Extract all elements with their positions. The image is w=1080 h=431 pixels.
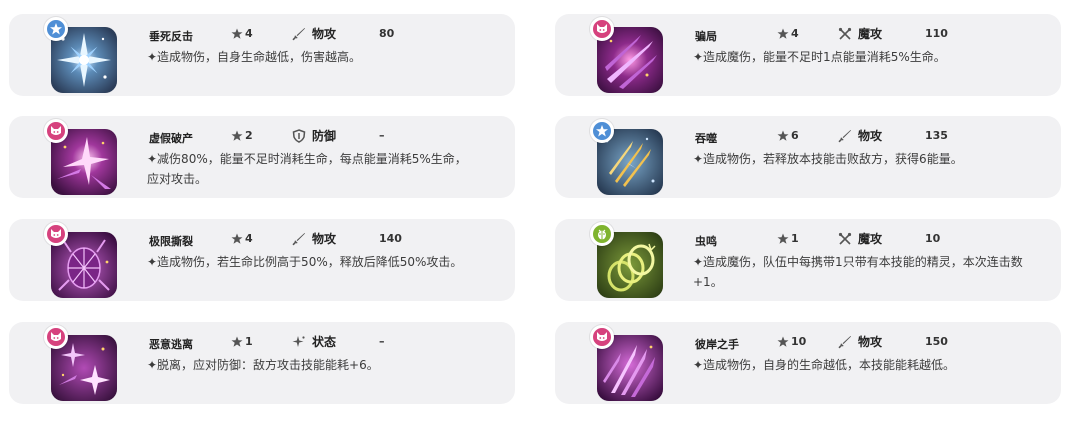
skill-type-label: 物攻: [858, 129, 883, 143]
skill-name: 极限撕裂: [149, 235, 193, 248]
skill-name: 虫鸣: [695, 235, 717, 248]
skill-description: ✦脱离，应对防御：敌方攻击技能能耗+6。: [147, 358, 379, 372]
energy-cost-value: 1: [245, 335, 253, 348]
skill-icon-frame: [590, 222, 663, 298]
energy-cost-value: 4: [245, 27, 253, 40]
skill-card[interactable]: 虫鸣 1 魔攻 10 ✦造成魔伤，队伍中每携带1只带有本技能的精灵，本次连击数+…: [555, 219, 1061, 301]
star-cost-icon: [231, 130, 243, 141]
skill-card[interactable]: 垂死反击 4 物攻 80 ✦造成物伤，自身生命越低，伤害越高。: [9, 14, 515, 96]
skill-icon-frame: [44, 325, 117, 401]
sword-icon: [292, 27, 305, 40]
skill-icon-frame: [590, 119, 663, 195]
skill-power: –: [379, 129, 385, 142]
skill-type: 物攻: [292, 230, 336, 247]
star-cost-icon: [777, 130, 789, 141]
skill-type-label: 物攻: [312, 232, 337, 246]
bug-badge-icon: [590, 222, 614, 246]
sword-icon: [838, 129, 851, 142]
star-cost-icon: [231, 28, 243, 39]
skill-power: 140: [379, 232, 402, 245]
star-badge-icon: [590, 119, 614, 143]
skill-description: ✦造成物伤，若释放本技能击败敌方，获得6能量。: [693, 152, 963, 166]
sword-icon: [292, 232, 305, 245]
energy-cost: 1: [231, 335, 253, 348]
skill-type: 魔攻: [838, 25, 882, 42]
skill-type: 状态: [292, 333, 336, 350]
skill-card[interactable]: 彼岸之手 10 物攻 150 ✦造成物伤，自身的生命越低，本技能能耗越低。: [555, 322, 1061, 404]
sword-icon: [838, 335, 851, 348]
crossed-wands-icon: [838, 27, 852, 40]
energy-cost: 4: [231, 232, 253, 245]
skill-type-label: 物攻: [312, 27, 337, 41]
skill-description: ✦造成物伤，若生命比例高于50%，释放后降低50%攻击。: [147, 255, 463, 269]
skill-name: 吞噬: [695, 132, 717, 145]
skill-icon-frame: [590, 17, 663, 93]
skill-type: 魔攻: [838, 230, 882, 247]
skill-type: 物攻: [838, 333, 882, 350]
skill-icon-frame: [44, 17, 117, 93]
star-cost-icon: [777, 28, 789, 39]
skill-icon-frame: [44, 222, 117, 298]
skill-card[interactable]: 骗局 4 魔攻 110 ✦造成魔伤，能量不足时1点能量消耗5%生命。: [555, 14, 1061, 96]
skill-name: 恶意逃离: [149, 338, 193, 351]
skill-power: 135: [925, 129, 948, 142]
skill-description: ✦造成魔伤，能量不足时1点能量消耗5%生命。: [693, 50, 946, 64]
energy-cost: 4: [777, 27, 799, 40]
skill-icon-frame: [590, 325, 663, 401]
skill-type: 防御: [292, 127, 336, 144]
skill-name: 彼岸之手: [695, 338, 739, 351]
skill-description: ✦造成物伤，自身的生命越低，本技能能耗越低。: [693, 358, 956, 372]
skill-description: ✦造成魔伤，队伍中每携带1只带有本技能的精灵，本次连击数+1。: [693, 255, 1023, 289]
energy-cost: 10: [777, 335, 806, 348]
skill-icon-frame: [44, 119, 117, 195]
energy-cost: 6: [777, 129, 799, 142]
cat-badge-icon: [590, 325, 614, 349]
cat-badge-icon: [44, 119, 68, 143]
skill-card[interactable]: 极限撕裂 4 物攻 140 ✦造成物伤，若生命比例高于50%，释放后降低50%攻…: [9, 219, 515, 301]
skill-type-label: 物攻: [858, 335, 883, 349]
energy-cost-value: 6: [791, 129, 799, 142]
cat-badge-icon: [44, 222, 68, 246]
energy-cost-value: 2: [245, 129, 253, 142]
skill-card[interactable]: 虚假破产 2 防御 – ✦减伤80%，能量不足时消耗生命，每点能量消耗5%生命，…: [9, 116, 515, 198]
shield-icon: [292, 128, 306, 143]
energy-cost: 2: [231, 129, 253, 142]
skill-type-label: 防御: [312, 129, 337, 143]
energy-cost: 1: [777, 232, 799, 245]
star-badge-icon: [44, 17, 68, 41]
skill-name: 虚假破产: [149, 132, 193, 145]
skill-type: 物攻: [838, 127, 882, 144]
skill-name: 垂死反击: [149, 30, 193, 43]
sparkle-icon: [292, 335, 305, 347]
star-cost-icon: [777, 233, 789, 244]
skill-power: 110: [925, 27, 948, 40]
skill-type-label: 魔攻: [858, 232, 883, 246]
energy-cost-value: 1: [791, 232, 799, 245]
energy-cost-value: 10: [791, 335, 807, 348]
skill-power: 80: [379, 27, 395, 40]
cat-badge-icon: [590, 17, 614, 41]
skill-power: 10: [925, 232, 941, 245]
star-cost-icon: [231, 233, 243, 244]
star-cost-icon: [231, 336, 243, 347]
skill-description: ✦造成物伤，自身生命越低，伤害越高。: [147, 50, 362, 64]
skill-name: 骗局: [695, 30, 717, 43]
skill-power: –: [379, 335, 385, 348]
energy-cost-value: 4: [245, 232, 253, 245]
star-cost-icon: [777, 336, 789, 347]
skill-description: ✦减伤80%，能量不足时消耗生命，每点能量消耗5%生命，应对攻击。: [147, 152, 467, 186]
skill-type-label: 状态: [312, 335, 337, 349]
energy-cost: 4: [231, 27, 253, 40]
skill-type: 物攻: [292, 25, 336, 42]
energy-cost-value: 4: [791, 27, 799, 40]
skill-type-label: 魔攻: [858, 27, 883, 41]
cat-badge-icon: [44, 325, 68, 349]
skill-card[interactable]: 恶意逃离 1 状态 – ✦脱离，应对防御：敌方攻击技能能耗+6。: [9, 322, 515, 404]
crossed-wands-icon: [838, 232, 852, 245]
skill-power: 150: [925, 335, 948, 348]
skill-card[interactable]: 吞噬 6 物攻 135 ✦造成物伤，若释放本技能击败敌方，获得6能量。: [555, 116, 1061, 198]
